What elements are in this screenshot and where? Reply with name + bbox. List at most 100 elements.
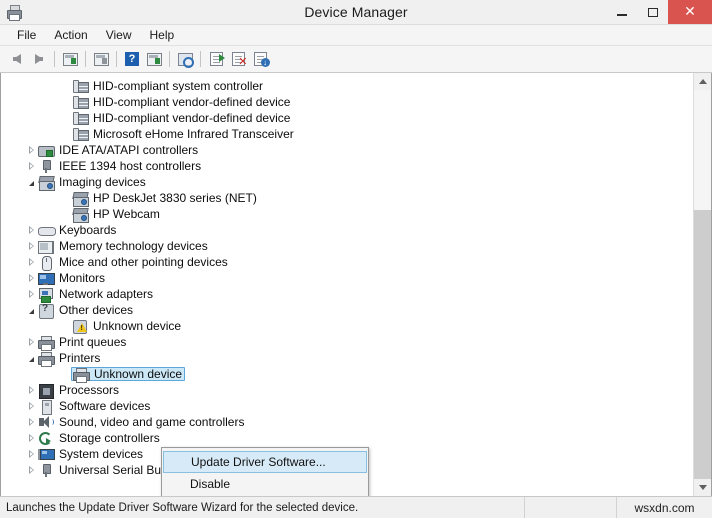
tree-item[interactable]: Processors [1,382,693,399]
update-driver-button[interactable] [205,48,227,70]
close-button[interactable]: ✕ [668,0,712,24]
tree-item-label: Imaging devices [59,175,146,189]
minimize-icon [616,13,627,16]
back-button[interactable] [6,48,28,70]
scrollbar-track[interactable] [694,90,711,479]
expand-chevron-icon[interactable] [25,146,38,154]
tree-item[interactable]: HP DeskJet 3830 series (NET) [1,190,693,207]
tree-item[interactable]: Monitors [1,270,693,286]
expand-chevron-icon[interactable] [25,402,38,410]
properties-icon [93,52,109,66]
tree-item[interactable]: HP Webcam [1,206,693,223]
tree-item[interactable]: Mice and other pointing devices [1,254,693,271]
imaging-device-icon [72,207,89,223]
expand-chevron-icon[interactable] [25,226,38,234]
tree-item-label: HID-compliant system controller [93,79,264,93]
toolbar-separator [169,51,170,67]
scroll-down-button[interactable] [694,479,711,496]
hid-device-icon [72,127,89,142]
menu-help[interactable]: Help [142,26,183,44]
memory-device-icon [38,239,54,254]
tree-item-label: Monitors [59,271,106,285]
expand-chevron-icon[interactable] [25,162,38,170]
collapse-chevron-icon[interactable] [25,306,38,314]
uninstall-device-icon: ✕ [231,52,248,67]
help-button[interactable]: ? [121,48,143,70]
tree-item-label: Memory technology devices [59,239,208,253]
expand-chevron-icon[interactable] [25,338,38,346]
expand-chevron-icon[interactable] [25,386,38,394]
scrollbar-thumb[interactable] [694,210,711,479]
tree-item[interactable]: Storage controllers [1,430,693,446]
context-menu-item[interactable]: Disable [162,473,368,495]
maximize-icon [647,7,658,17]
tree-item-container: IDE ATA/ATAPI controllers [38,143,198,158]
tree-item-container: Storage controllers [38,431,160,446]
tree-item-container: Unknown device [72,319,181,334]
scan-for-hardware-changes-icon [177,52,194,68]
tree-item[interactable]: Software devices [1,398,693,415]
maximize-button[interactable] [637,0,668,24]
show-action-pane-button[interactable] [143,48,165,70]
context-menu-item[interactable]: Update Driver Software... [163,451,367,473]
tree-item[interactable]: IDE ATA/ATAPI controllers [1,142,693,158]
tree-item[interactable]: Microsoft eHome Infrared Transceiver [1,126,693,142]
tree-item[interactable]: Imaging devices [1,174,693,191]
main-content: HID-compliant system controller HID-compl… [0,73,712,496]
expand-chevron-icon[interactable] [25,258,38,266]
tree-item[interactable]: HID-compliant vendor-defined device [1,110,693,126]
tree-item[interactable]: ? Other devices [1,302,693,319]
back-arrow-icon [13,54,21,64]
tree-item-label: HID-compliant vendor-defined device [93,111,291,125]
tree-item-label: IDE ATA/ATAPI controllers [59,143,199,157]
uninstall-device-button[interactable]: ✕ [227,48,249,70]
tree-item[interactable]: Network adapters [1,286,693,303]
collapse-chevron-icon[interactable] [25,354,38,362]
properties-button[interactable] [90,48,112,70]
expand-chevron-icon[interactable] [25,418,38,426]
expand-chevron-icon[interactable] [25,450,38,458]
tree-item[interactable]: Printers [1,350,693,367]
help-icon: ? [125,52,139,66]
tree-item-container: HID-compliant vendor-defined device [72,95,290,110]
tree-item[interactable]: Unknown device [1,318,693,334]
disable-device-button[interactable]: ↓ [249,48,271,70]
tree-item[interactable]: Print queues [1,334,693,351]
tree-item[interactable]: HID-compliant system controller [1,78,693,94]
expand-chevron-icon[interactable] [25,466,38,474]
menu-file[interactable]: File [9,26,44,44]
scan-hardware-changes-button[interactable] [174,48,196,70]
expand-chevron-icon[interactable] [25,242,38,250]
menu-view[interactable]: View [98,26,140,44]
collapse-chevron-icon[interactable] [25,178,38,186]
minimize-button[interactable] [606,0,637,24]
device-manager-window: Device Manager ✕ File Action View Help ?… [0,0,712,518]
expand-chevron-icon[interactable] [25,290,38,298]
show-console-tree-button[interactable] [59,48,81,70]
tree-item-container: Mice and other pointing devices [38,255,228,271]
vertical-scrollbar[interactable] [693,73,711,496]
context-menu-item[interactable]: Uninstall [162,495,368,496]
tree-item-container: Monitors [38,271,105,286]
tree-item-label: Network adapters [59,287,154,301]
device-tree[interactable]: HID-compliant system controller HID-compl… [1,73,693,496]
tree-item[interactable]: Unknown device [1,366,693,383]
tree-item[interactable]: Memory technology devices [1,238,693,254]
tree-item-container: HID-compliant system controller [72,79,263,94]
expand-chevron-icon[interactable] [25,274,38,282]
tree-item[interactable]: Sound, video and game controllers [1,414,693,430]
tree-item-label: Processors [59,383,120,397]
expand-chevron-icon[interactable] [25,434,38,442]
tree-item[interactable]: HID-compliant vendor-defined device [1,94,693,110]
context-menu[interactable]: Update Driver Software...DisableUninstal… [161,447,369,496]
tree-item[interactable]: Keyboards [1,222,693,238]
tree-item-container: Microsoft eHome Infrared Transceiver [72,127,294,142]
forward-button[interactable] [28,48,50,70]
tree-item[interactable]: IEEE 1394 host controllers [1,158,693,174]
tree-item-container: Network adapters [38,287,154,303]
tree-item-container: HP Webcam [72,207,160,223]
menu-action[interactable]: Action [46,26,95,44]
usb-controller-icon [38,463,54,478]
scroll-up-button[interactable] [694,73,711,90]
keyboard-icon [38,223,56,238]
